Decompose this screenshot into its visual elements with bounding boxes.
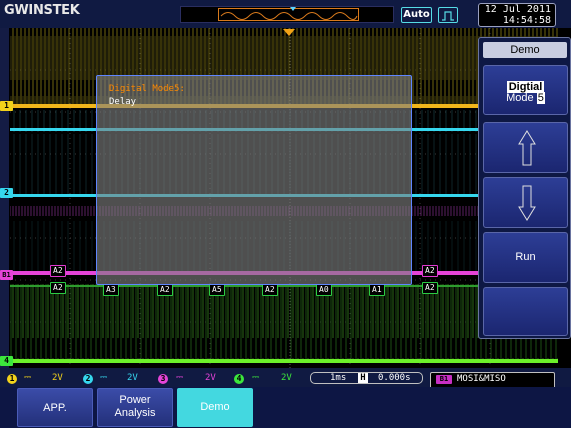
timebase-value: 1ms xyxy=(330,373,347,383)
mode-prefix-label: Mode xyxy=(506,92,534,104)
demo-button[interactable]: Demo xyxy=(177,388,253,427)
trigger-position-marker-icon xyxy=(290,7,296,11)
date-time-display: 12 Jul 2011 14:54:58 xyxy=(478,3,556,27)
ch4-coupling-icon: ⎓ xyxy=(252,373,260,383)
app-button[interactable]: APP. xyxy=(17,388,93,427)
horizontal-position-value: 0.000s xyxy=(378,373,411,383)
overview-waveform-icon xyxy=(220,12,358,20)
dialog-title: Digital Mode5: xyxy=(109,84,185,94)
run-button[interactable]: Run xyxy=(483,232,568,283)
trigger-point-arrow-icon xyxy=(283,29,295,36)
arrow-down-icon xyxy=(518,185,536,221)
ch2-scale: 2V xyxy=(127,373,138,383)
date-text: 12 Jul 2011 xyxy=(484,4,551,15)
ch2-indicator[interactable]: 2 xyxy=(83,374,93,384)
power-analysis-button[interactable]: Power Analysis xyxy=(97,388,173,427)
bus-decode-label: A2 xyxy=(422,265,438,277)
mode-down-button[interactable] xyxy=(483,177,568,228)
brand-logo: GWINSTEK xyxy=(4,3,80,18)
ch4-indicator[interactable]: 4 xyxy=(234,374,244,384)
digital-mode-button[interactable]: Digtial Mode 5 xyxy=(483,65,568,115)
ch4-level-marker[interactable]: 4 xyxy=(0,356,13,366)
dialog-text: Delay xyxy=(109,97,137,107)
ch2-coupling-icon: ⎓ xyxy=(100,373,108,383)
mode-up-button[interactable] xyxy=(483,122,568,173)
bus-decode-label: A2 xyxy=(422,282,438,294)
time-text: 14:54:58 xyxy=(502,15,551,26)
ch1-level-marker[interactable]: 1 xyxy=(0,101,13,111)
trigger-type-indicator[interactable] xyxy=(438,7,458,23)
empty-soft-key[interactable] xyxy=(483,287,568,336)
horizontal-position-icon: H xyxy=(358,373,368,383)
bus-decode-label: A5 xyxy=(209,284,225,296)
bus-decode-label: A2 xyxy=(50,265,66,277)
ch1-scale: 2V xyxy=(52,373,63,383)
side-menu-title: Demo xyxy=(483,42,567,58)
side-soft-menu: Demo Digtial Mode 5 Run xyxy=(478,37,571,339)
bus-decode-label: A1 xyxy=(369,284,385,296)
arrow-up-icon xyxy=(518,130,536,166)
bus-decode-label: A3 xyxy=(103,284,119,296)
bus-decode-label: A0 xyxy=(316,284,332,296)
bus-badge: B1 xyxy=(436,375,452,384)
bus-name: MOSI&MISO xyxy=(457,374,506,384)
ch1-coupling-icon: ⎓ xyxy=(24,373,32,383)
trigger-mode-indicator[interactable]: Auto xyxy=(401,7,432,23)
ch2-level-marker[interactable]: 2 xyxy=(0,188,13,198)
channel-marker-rail xyxy=(0,28,9,368)
bus-decode-label: A2 xyxy=(157,284,173,296)
power-analysis-label-line1: Power xyxy=(119,394,151,406)
bus-level-marker[interactable]: B1 xyxy=(0,270,13,280)
demo-info-dialog: Digital Mode5: Delay xyxy=(96,75,412,285)
ch4-scale: 2V xyxy=(281,373,292,383)
rising-edge-pulse-icon xyxy=(442,11,454,21)
ch1-indicator[interactable]: 1 xyxy=(7,374,17,384)
ch3-indicator[interactable]: 3 xyxy=(158,374,168,384)
mode-value: 5 xyxy=(536,92,545,104)
memory-overview-bar[interactable] xyxy=(180,6,394,23)
power-analysis-label-line2: Analysis xyxy=(114,407,156,419)
ch3-scale: 2V xyxy=(205,373,216,383)
run-label: Run xyxy=(515,251,536,263)
bus-decode-label: A2 xyxy=(50,282,66,294)
bus-decode-label: A2 xyxy=(262,284,278,296)
ch3-coupling-icon: ⎓ xyxy=(176,373,184,383)
